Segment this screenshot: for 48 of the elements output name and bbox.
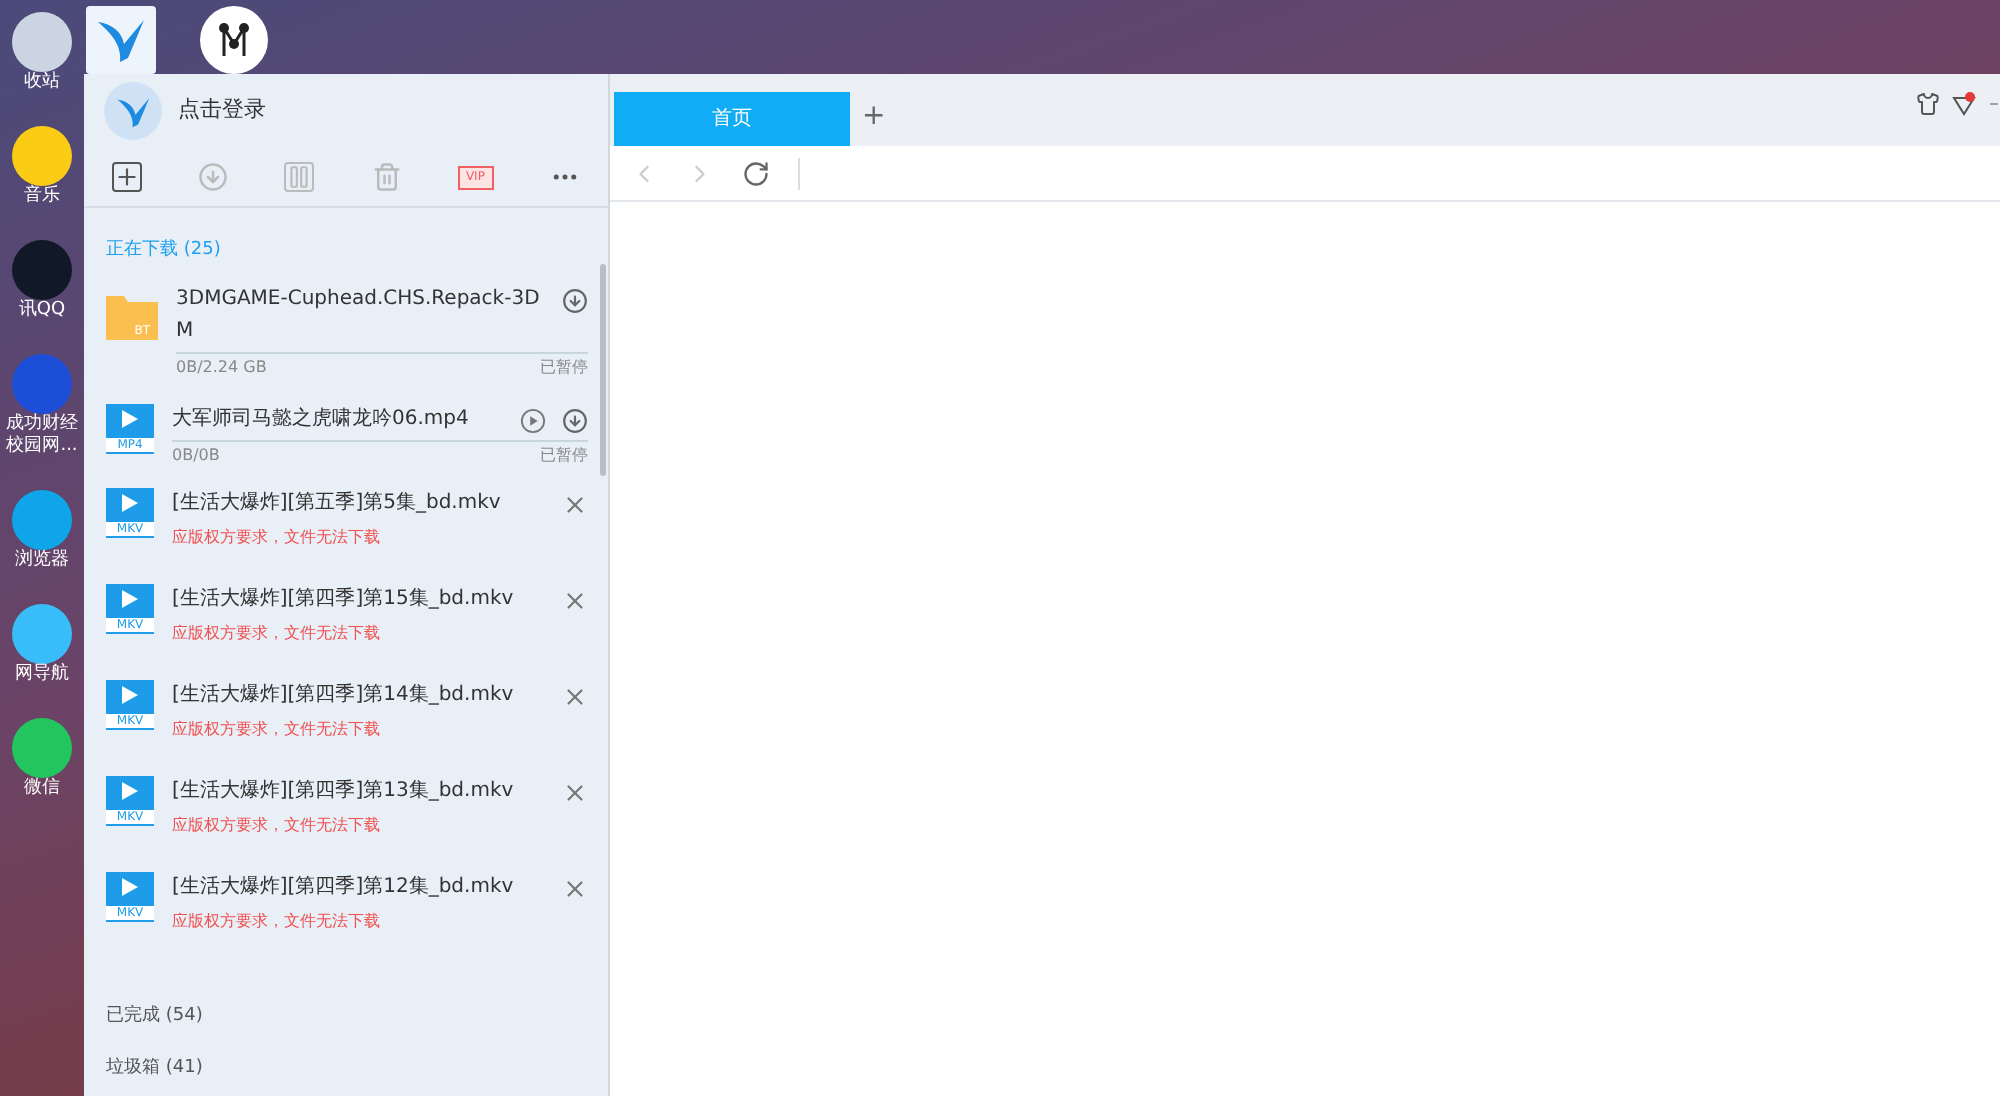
play-circle-icon[interactable]: [520, 408, 546, 434]
refresh-icon[interactable]: [742, 159, 770, 187]
desktop-app-icon[interactable]: [12, 126, 72, 186]
close-icon[interactable]: [562, 588, 588, 614]
desktop-app-icon[interactable]: [12, 12, 72, 72]
desktop-app-icon[interactable]: [12, 604, 72, 664]
desktop-app-icon[interactable]: [12, 490, 72, 550]
desktop-icon-label: 收站: [22, 72, 62, 94]
avatar-icon[interactable]: [104, 82, 162, 140]
close-icon[interactable]: [562, 876, 588, 902]
network-app-icon[interactable]: [200, 6, 268, 74]
status-text: 已暂停: [540, 356, 588, 380]
file-name: [生活大爆炸][第五季]第5集_bd.mkv: [172, 489, 503, 518]
trash-section[interactable]: 垃圾箱 (41): [106, 1056, 203, 1084]
desktop-icon-label: 讯QQ: [16, 300, 68, 322]
download-icon[interactable]: [562, 288, 588, 314]
new-tab-button[interactable]: +: [850, 96, 898, 146]
login-link[interactable]: 点击登录: [178, 94, 266, 128]
download-icon[interactable]: [562, 408, 588, 434]
desktop-app-icon[interactable]: [12, 718, 72, 778]
desktop-icon-label: 浏览器: [13, 550, 71, 572]
desktop-icon-label: 网导航: [13, 664, 71, 686]
completed-section[interactable]: 已完成 (54): [106, 1004, 203, 1032]
error-message: 应版权方要求，文件无法下载: [172, 814, 382, 838]
close-icon[interactable]: [562, 492, 588, 518]
error-message: 应版权方要求，文件无法下载: [172, 718, 382, 742]
file-name: [生活大爆炸][第四季]第12集_bd.mkv: [172, 873, 516, 902]
error-message: 应版权方要求，文件无法下载: [172, 910, 382, 934]
error-message: 应版权方要求，文件无法下载: [172, 526, 382, 550]
file-name: 大军师司马懿之虎啸龙吟06.mp4: [172, 405, 471, 434]
file-name: [生活大爆炸][第四季]第14集_bd.mkv: [172, 681, 516, 710]
file-name: [生活大爆炸][第四季]第13集_bd.mkv: [172, 777, 516, 806]
file-name: 3DMGAME-Cuphead.CHS.Repack-3DM: [176, 286, 542, 346]
status-text: 已暂停: [540, 444, 588, 468]
desktop-icon-label: 微信: [22, 778, 62, 800]
desktop-icon-label: 音乐: [22, 186, 62, 208]
close-icon[interactable]: [562, 684, 588, 710]
new-task-icon[interactable]: [112, 162, 143, 192]
progress-text: 0B/2.24 GB: [176, 356, 267, 380]
close-icon[interactable]: [562, 780, 588, 806]
file-name: [生活大爆炸][第四季]第15集_bd.mkv: [172, 585, 516, 614]
desktop-icon-label: 成功财经校园网...: [4, 414, 80, 458]
error-message: 应版权方要求，文件无法下载: [172, 622, 382, 646]
progress-text: 0B/0B: [172, 444, 220, 468]
bird-app-icon[interactable]: [86, 6, 156, 74]
notification-icon[interactable]: [1952, 92, 1976, 116]
browser-tab[interactable]: 首页: [614, 92, 850, 146]
skin-icon[interactable]: [1916, 92, 1940, 116]
